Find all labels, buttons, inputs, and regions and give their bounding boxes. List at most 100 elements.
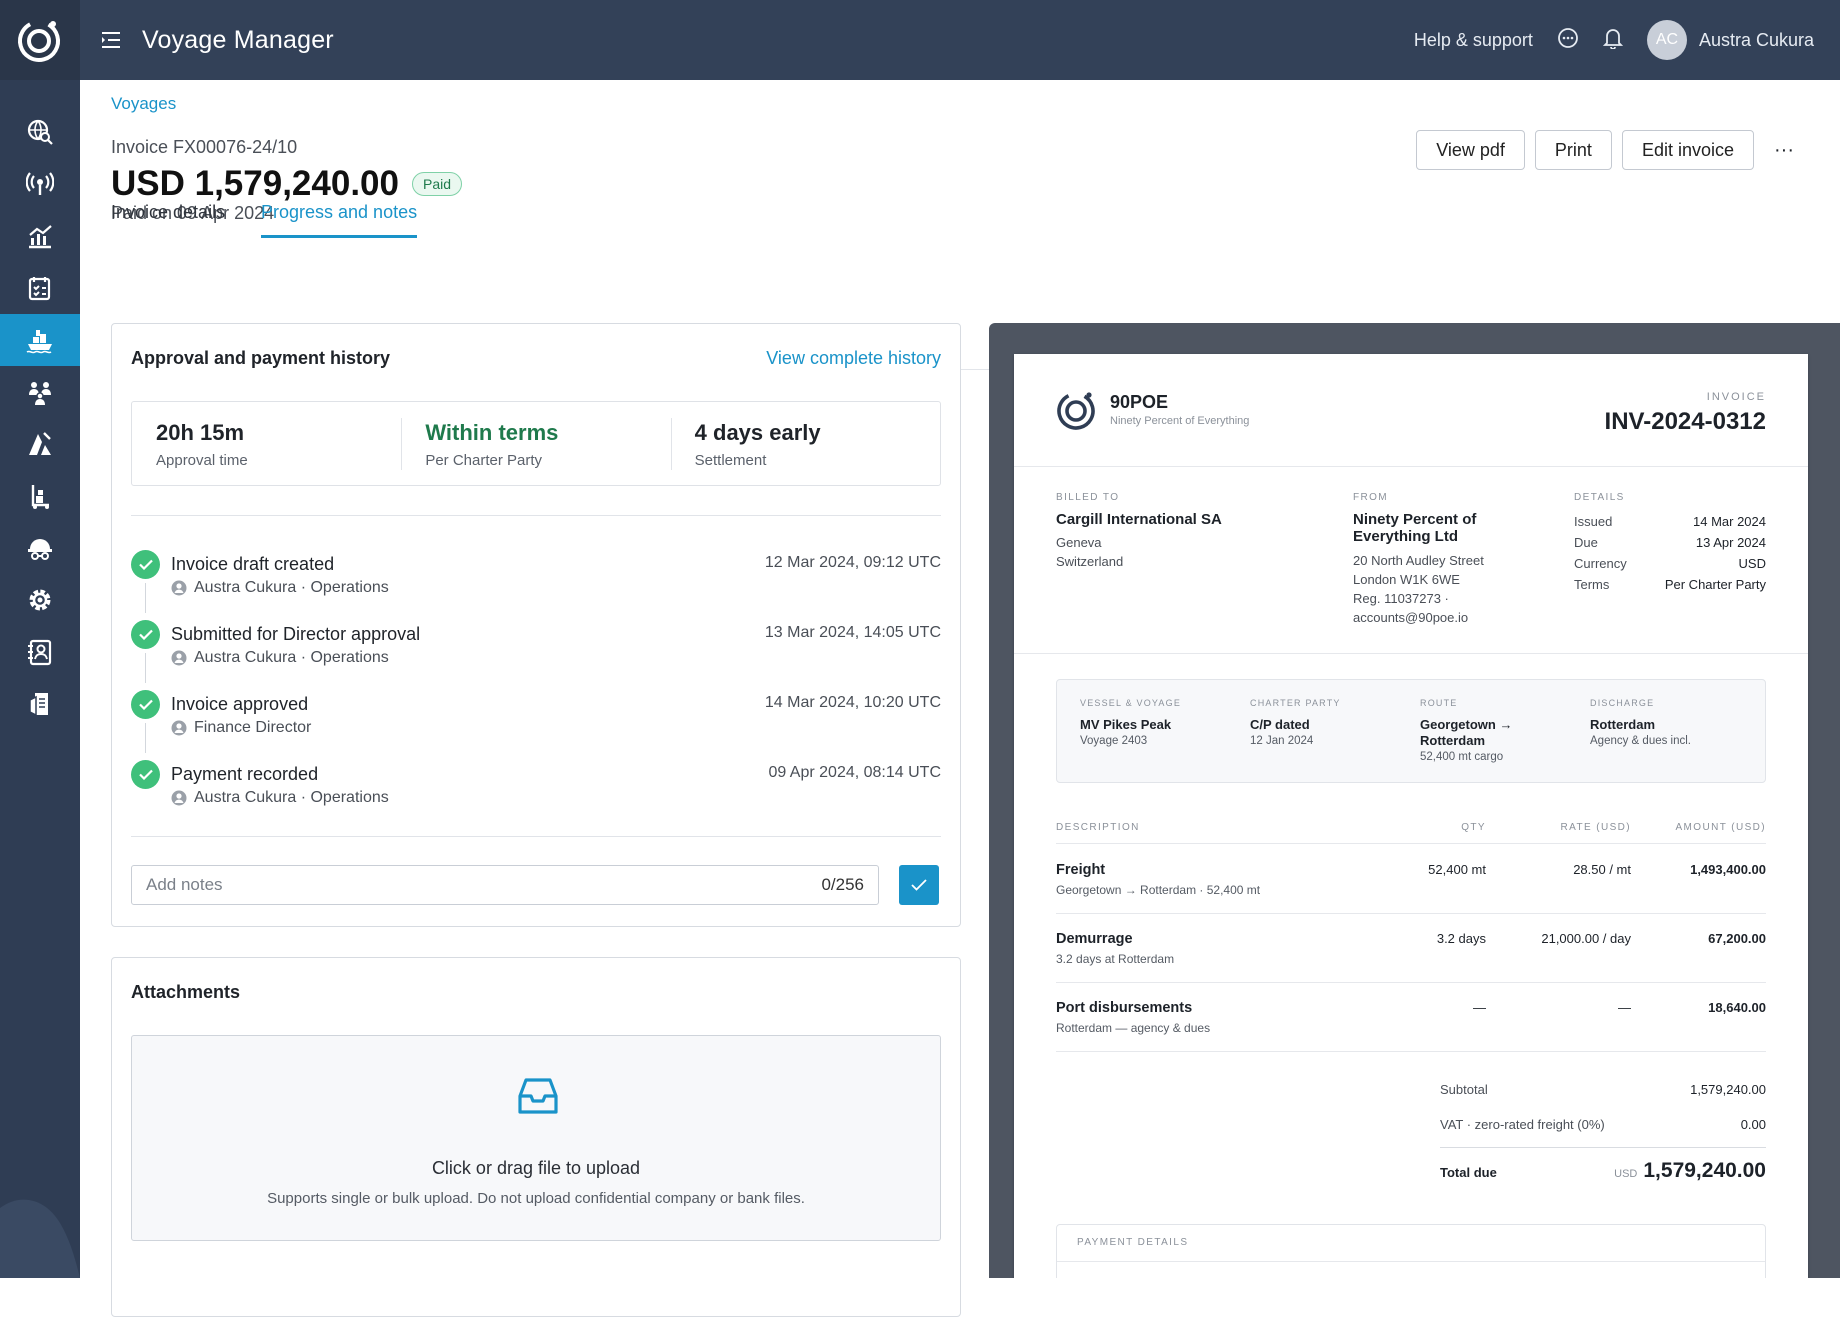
- invoice-preview-panel[interactable]: 90POE Ninety Percent of Everything INVOI…: [989, 323, 1840, 1278]
- inbox-upload-icon: [518, 1078, 558, 1114]
- line-item-port-disbursements: Port disbursements Rotterdam — agency & …: [1056, 1000, 1766, 1035]
- details-label: DETAILS: [1574, 492, 1625, 503]
- timeline-connector: [145, 583, 146, 613]
- notes-field: 0/256: [131, 865, 879, 905]
- invoice-id: INV-2024-0312: [1604, 408, 1766, 435]
- nav-cargo-icon[interactable]: [0, 470, 80, 522]
- voyage-route: ROUTE Georgetown → Rotterdam 52,400 mt ca…: [1420, 698, 1513, 763]
- tab-invoice-details[interactable]: Invoice details: [111, 202, 225, 235]
- user-icon: [171, 650, 187, 666]
- timeline-connector: [145, 723, 146, 753]
- voyage-discharge: DISCHARGE Rotterdam Agency & dues incl.: [1590, 698, 1692, 747]
- upload-title: Click or drag file to upload: [431, 1158, 641, 1178]
- main-content: Voyages Invoice FX00076-24/10 USD 1,579,…: [80, 80, 1840, 1317]
- user-icon: [171, 580, 187, 596]
- detail-row: Currency USD: [1574, 556, 1766, 571]
- history-stats: 20h 15m Approval time Within terms Per C…: [131, 401, 941, 486]
- status-badge: Paid: [412, 172, 463, 196]
- nav-tools-icon[interactable]: [0, 418, 80, 470]
- nav-search-globe-icon[interactable]: [0, 106, 80, 158]
- sidebar-wave-decoration: [0, 1199, 80, 1278]
- payment-details-box: PAYMENT DETAILS: [1056, 1224, 1766, 1278]
- stat-terms: Within terms Per Charter Party: [401, 402, 670, 485]
- more-options-icon[interactable]: ···: [1764, 139, 1804, 162]
- stat-settlement: 4 days early Settlement: [670, 402, 940, 485]
- logo-icon: [17, 19, 60, 62]
- invoice-amount: USD 1,579,240.00: [111, 164, 399, 203]
- timeline-connector: [145, 653, 146, 683]
- nav-crew-icon[interactable]: [0, 366, 80, 418]
- timeline-item: Payment recorded Austra Cukura · Operati…: [131, 756, 941, 816]
- nav-checklist-icon[interactable]: [0, 262, 80, 314]
- file-upload-dropzone[interactable]: Click or drag file to upload Supports si…: [131, 1035, 941, 1241]
- history-title: Approval and payment history: [131, 348, 391, 368]
- brand-tagline: Ninety Percent of Everything: [1110, 415, 1250, 427]
- view-complete-history-link[interactable]: View complete history: [766, 348, 941, 369]
- nav-settings-gear-icon[interactable]: [0, 574, 80, 626]
- top-bar: Voyage Manager Help & support AC Austra …: [80, 0, 1840, 80]
- divider: [1056, 1051, 1766, 1052]
- approval-history-card: Approval and payment history View comple…: [111, 323, 961, 927]
- check-circle-icon: [131, 760, 160, 789]
- subtotal-row: Subtotal 1,579,240.00: [1440, 1082, 1766, 1097]
- voyage-summary-box: VESSEL & VOYAGE MV Pikes Peak Voyage 240…: [1056, 679, 1766, 783]
- user-name[interactable]: Austra Cukura: [1699, 30, 1814, 51]
- notes-input[interactable]: [132, 866, 762, 904]
- line-item-freight: Freight Georgetown → Rotterdam · 52,400 …: [1056, 862, 1766, 897]
- detail-row: Issued 14 Mar 2024: [1574, 514, 1766, 529]
- detail-row: Due 13 Apr 2024: [1574, 535, 1766, 550]
- nav-safety-icon[interactable]: [0, 522, 80, 574]
- stat-approval-time: 20h 15m Approval time: [156, 420, 248, 469]
- billed-to-name: Cargill International SA: [1056, 511, 1222, 528]
- chat-icon[interactable]: [1557, 27, 1579, 54]
- timeline-item: Submitted for Director approval Austra C…: [131, 616, 941, 683]
- upload-hint: Supports single or bulk upload. Do not u…: [267, 1190, 805, 1207]
- divider: [1440, 1147, 1766, 1148]
- attachments-title: Attachments: [131, 982, 241, 1002]
- edit-invoice-button[interactable]: Edit invoice: [1621, 130, 1754, 170]
- nav-signal-icon[interactable]: [0, 158, 80, 210]
- divider: [1014, 653, 1808, 654]
- save-note-button[interactable]: [899, 865, 939, 905]
- brand-logo-icon: [1057, 392, 1095, 430]
- print-button[interactable]: Print: [1534, 130, 1612, 170]
- billed-to-label: BILLED TO: [1056, 492, 1120, 503]
- nav-voyages-icon[interactable]: [0, 314, 80, 366]
- line-item-demurrage: Demurrage 3.2 days at Rotterdam 3.2 days…: [1056, 931, 1766, 966]
- view-pdf-button[interactable]: View pdf: [1416, 130, 1525, 170]
- invoice-label: INVOICE: [1706, 391, 1766, 403]
- user-avatar[interactable]: AC: [1646, 20, 1687, 60]
- attachments-card: Attachments Click or drag file to upload…: [111, 957, 961, 1317]
- from-label: FROM: [1353, 492, 1389, 503]
- check-circle-icon: [131, 550, 160, 579]
- vat-row: VAT · zero-rated freight (0%) 0.00: [1440, 1117, 1766, 1132]
- nav-analytics-icon[interactable]: [0, 210, 80, 262]
- app-logo[interactable]: [0, 0, 80, 80]
- user-icon: [171, 720, 187, 736]
- check-circle-icon: [131, 690, 160, 719]
- divider: [131, 515, 941, 516]
- detail-row: Terms Per Charter Party: [1574, 577, 1766, 592]
- divider: [131, 836, 941, 837]
- help-support-link[interactable]: Help & support: [1414, 30, 1533, 51]
- timeline-item: Invoice approved Finance Director 14 Mar…: [131, 686, 941, 753]
- check-circle-icon: [131, 620, 160, 649]
- app-title: Voyage Manager: [142, 25, 334, 54]
- total-due-row: Total due USD 1,579,240.00: [1440, 1159, 1766, 1182]
- voyage-vessel: VESSEL & VOYAGE MV Pikes Peak Voyage 240…: [1080, 698, 1182, 747]
- notifications-bell-icon[interactable]: [1602, 27, 1624, 54]
- brand-name: 90POE: [1110, 392, 1169, 412]
- notes-char-count: 0/256: [821, 875, 864, 894]
- timeline-item: Invoice draft created Austra Cukura · Op…: [131, 546, 941, 613]
- voyage-charter-party: CHARTER PARTY C/P dated 12 Jan 2024: [1250, 698, 1341, 747]
- breadcrumb-voyages[interactable]: Voyages: [111, 94, 176, 114]
- menu-toggle-icon[interactable]: [98, 26, 126, 54]
- tab-progress-and-notes[interactable]: Progress and notes: [261, 202, 418, 238]
- invoice-document: 90POE Ninety Percent of Everything INVOI…: [1014, 354, 1808, 1278]
- from-name: Ninety Percent of: [1353, 511, 1477, 528]
- nav-contacts-icon[interactable]: [0, 626, 80, 678]
- divider: [1014, 466, 1808, 467]
- nav-documents-icon[interactable]: [0, 678, 80, 730]
- invoice-number: Invoice FX00076-24/10: [111, 137, 298, 157]
- invoice-actions: View pdf Print Edit invoice ···: [1416, 130, 1804, 170]
